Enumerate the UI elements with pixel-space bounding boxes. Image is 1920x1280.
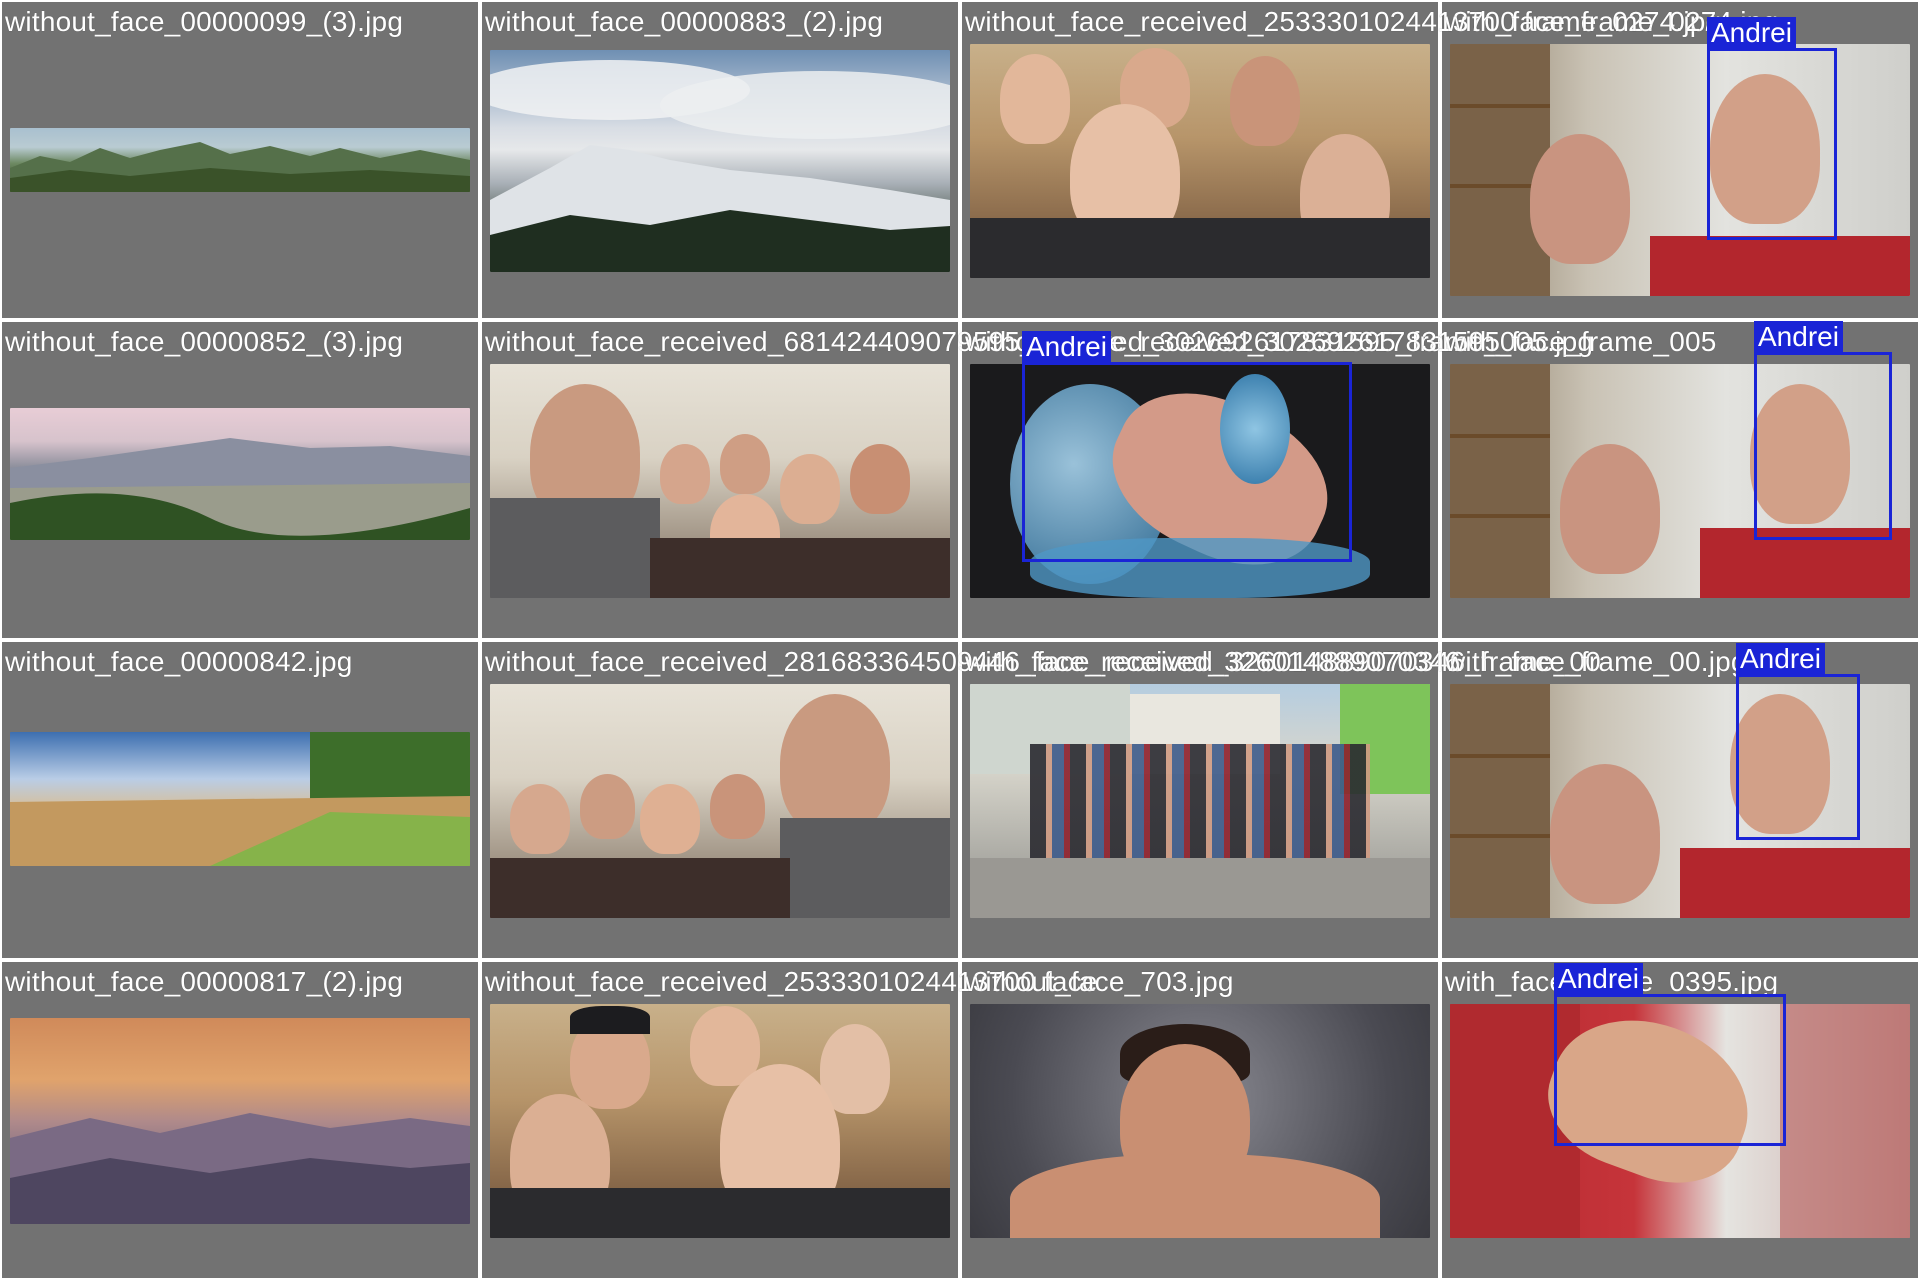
detection-label: Andrei <box>1707 17 1796 49</box>
thumbnail-image <box>970 1004 1430 1238</box>
filename-label: without_face_00000852_(3).jpg <box>5 326 404 357</box>
grid-tile[interactable]: without_face_00000852_(3).jpg <box>0 320 480 640</box>
thumbnail-image <box>10 732 470 866</box>
detection-label: Andrei <box>1022 331 1111 363</box>
grid-tile[interactable]: with_face_received_326014889070346 <box>960 640 1460 960</box>
filename-label: with_face_frame_00.jpg <box>1445 646 1747 677</box>
grid-tile[interactable]: without_face_received_2533301024413700 f… <box>480 960 1097 1280</box>
grid-tile[interactable]: without_face_00000099_(3).jpg <box>0 0 480 320</box>
thumbnail-image <box>490 1004 950 1238</box>
thumbnail-image <box>970 44 1430 278</box>
grid-tile[interactable]: without_face_703.jpg <box>960 960 1440 1280</box>
filename-label: without_face_00000883_(2).jpg <box>485 6 884 37</box>
thumbnail-image <box>10 408 470 540</box>
thumbnail-image <box>1450 44 1910 296</box>
detection-label: Andrei <box>1754 321 1843 353</box>
detection-label: Andrei <box>1736 643 1825 675</box>
grid-tile[interactable]: with_face_frame_005 Andrei <box>1440 320 1920 640</box>
filename-label: without_face_00000817_(2).jpg <box>5 966 404 997</box>
grid-tile[interactable]: without_face_00000883_(2).jpg <box>480 0 960 320</box>
grid-tile[interactable]: without_face_received_681424409079595_re… <box>480 320 1593 640</box>
grid-tile[interactable]: with_face_frame_0274.jpg Andrei <box>1440 0 1920 320</box>
thumbnail-image <box>10 1018 470 1224</box>
filename-label: without_face_00000842.jpg <box>5 646 353 677</box>
face-bounding-box: Andrei <box>1022 331 1352 562</box>
detection-label: Andrei <box>1554 963 1643 995</box>
face-bounding-box: Andrei <box>1707 17 1837 240</box>
filename-label: without_face_00000099_(3).jpg <box>5 6 404 37</box>
thumbnail-image <box>490 684 950 918</box>
grid-tile[interactable]: without_face_00000817_(2).jpg <box>0 960 480 1280</box>
mountain-silhouette-icon <box>10 142 470 192</box>
face-bounding-box: Andrei <box>1754 321 1892 540</box>
thumbnail-image <box>490 50 950 272</box>
image-mosaic-grid: without_face_00000099_(3).jpg without_fa… <box>0 0 1920 1280</box>
thumbnail-image <box>10 128 470 192</box>
thumbnail-image <box>970 684 1430 918</box>
grid-tile[interactable]: with_face_frame_0395.jpg Andrei <box>1440 960 1920 1280</box>
face-bounding-box: Andrei <box>1554 963 1786 1146</box>
grid-tile[interactable]: without_face_received_302692617831595 An… <box>960 320 1500 640</box>
face-bounding-box: Andrei <box>1736 643 1860 840</box>
grid-tile[interactable]: without_face_00000842.jpg <box>0 640 480 960</box>
thumbnail-image <box>490 364 950 598</box>
grid-tile[interactable]: with_face_frame_00.jpg Andrei <box>1440 640 1920 960</box>
filename-label: with_face_frame_005 <box>1445 326 1717 357</box>
filename-label: with_face_received_326014889070346 <box>965 646 1461 677</box>
filename-label: without_face_703.jpg <box>965 966 1234 997</box>
grid-tile[interactable]: without_face_received_2533301024413700 f… <box>960 0 1721 320</box>
grid-tile[interactable]: without_face_received_281683364509446_fa… <box>480 640 1601 960</box>
